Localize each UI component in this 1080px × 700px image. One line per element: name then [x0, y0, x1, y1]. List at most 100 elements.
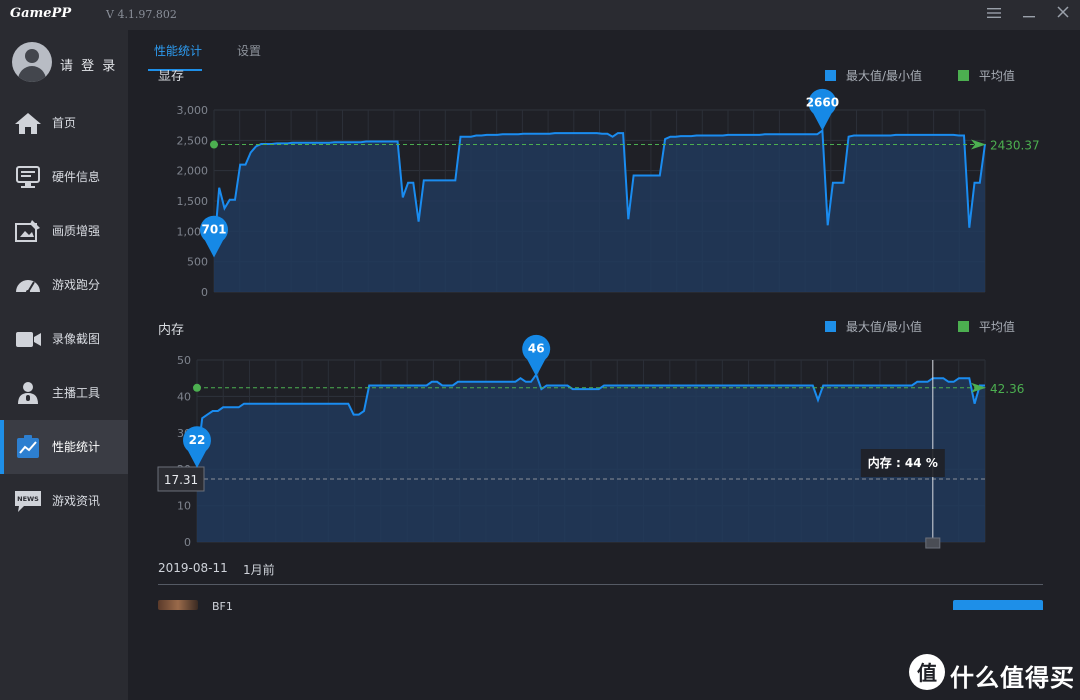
min-marker: 22 [182, 426, 211, 468]
legend-swatch-average [957, 70, 969, 81]
y-tick-label: 30 [177, 427, 191, 440]
legend-swatch-max-min [825, 70, 836, 81]
y-tick-label: 50 [177, 354, 191, 367]
login-label[interactable]: 请 登 录 [60, 55, 117, 74]
y-tick-label: 1,500 [177, 195, 209, 208]
app-logo: GamePP [10, 6, 72, 21]
title-bar: GamePP V 4.1.97.802 [0, 0, 1080, 30]
max-marker: 46 [522, 334, 551, 377]
hover-handle [925, 537, 941, 549]
home-icon [15, 113, 41, 134]
max-marker-label: 2660 [806, 96, 839, 110]
tooltip-box [860, 449, 945, 477]
y-tick-label: 2,000 [177, 165, 209, 178]
watermark-logo-text: 值 [917, 661, 937, 685]
close-icon[interactable] [1052, 5, 1074, 25]
avatar[interactable] [12, 42, 52, 82]
legend-average: 平均值 [978, 320, 1015, 334]
legend-average: 平均值 [978, 69, 1015, 83]
min-marker-label: 701 [201, 222, 226, 236]
min-marker-shape [200, 215, 229, 258]
y-tick-label: 500 [187, 256, 208, 269]
sidebar-item-label: 主播工具 [52, 386, 101, 400]
series-line [213, 128, 986, 250]
average-arrow [971, 139, 986, 150]
average-start-dot [193, 383, 201, 392]
ram-legend: 最大值/最小值 平均值 [825, 318, 1015, 335]
series-area [214, 130, 985, 292]
svg-text:NEWS: NEWS [17, 495, 39, 503]
news-icon: NEWS [15, 491, 41, 512]
watermark-text: 什么值得买 [950, 664, 1075, 692]
sidebar-item-hardware[interactable]: 硬件信息 [0, 150, 128, 204]
hardware-icon [16, 166, 40, 188]
session-ago: 1月前 [243, 563, 275, 577]
y-tick-label: 10 [177, 500, 191, 513]
minimize-icon[interactable] [1018, 5, 1040, 25]
reference-label: 17.31 [164, 473, 198, 487]
legend-swatch-average [957, 321, 969, 332]
reference-label-box [157, 466, 205, 492]
max-marker-shape [808, 88, 837, 131]
y-tick-label: 2,500 [177, 134, 209, 147]
series-line [196, 372, 985, 463]
y-tick-label: 1,000 [177, 225, 209, 238]
sidebar-item-label: 画质增强 [52, 224, 101, 238]
average-label: 42.36 [990, 382, 1024, 396]
legend-max-min: 最大值/最小值 [846, 69, 923, 83]
ram-chart: 0 10 20 30 40 50 42.36 17.31 内存 : 44 % 46 22 [157, 334, 1024, 549]
user-profile[interactable]: 请 登 录 [0, 30, 128, 94]
video-camera-icon [16, 332, 41, 347]
watermark-logo-icon: 值 [909, 654, 945, 690]
max-marker-shape [522, 334, 551, 377]
sidebar-item-recording[interactable]: 录像截图 [0, 312, 128, 366]
sidebar-item-home[interactable]: 首页 [0, 96, 128, 150]
legend-max-min: 最大值/最小值 [846, 320, 923, 334]
sidebar-item-label: 性能统计 [52, 440, 101, 454]
ram-chart-title: 内存 [158, 323, 185, 338]
sidebar-item-performance[interactable]: 性能统计 [0, 420, 128, 474]
min-marker: 701 [200, 215, 229, 258]
sidebar-item-news[interactable]: NEWS 游戏资讯 [0, 474, 128, 528]
streamer-icon [18, 382, 38, 404]
image-enhance-icon [15, 220, 40, 242]
tooltip-text: 内存 : 44 % [868, 455, 938, 470]
y-tick-label: 3,000 [177, 104, 209, 117]
game-thumbnail [158, 600, 198, 610]
session-date: 2019-08-11 [158, 561, 228, 575]
min-marker-label: 22 [189, 433, 206, 447]
details-button[interactable] [953, 600, 1043, 610]
menu-icon[interactable] [983, 5, 1005, 25]
divider [158, 584, 1043, 585]
game-name: BF1 [212, 600, 233, 610]
y-tick-label: 20 [177, 463, 191, 476]
sidebar-item-streamer[interactable]: 主播工具 [0, 366, 128, 420]
sidebar-item-label: 首页 [52, 116, 77, 130]
speedometer-icon [16, 280, 40, 294]
y-tick-label: 0 [201, 286, 208, 299]
sidebar: 请 登 录 首页 硬件信息 画质增强 游戏跑分 录像截图 主播工具 性能统计 N… [0, 30, 128, 700]
sidebar-item-image-enhance[interactable]: 画质增强 [0, 204, 128, 258]
chart-stats-icon [17, 435, 39, 458]
sidebar-item-label: 游戏资讯 [52, 494, 101, 508]
average-arrow [971, 382, 986, 393]
app-version: V 4.1.97.802 [106, 8, 177, 21]
sidebar-item-label: 游戏跑分 [52, 278, 101, 292]
series-area [197, 374, 985, 542]
average-label: 2430.37 [990, 139, 1040, 153]
app-window: GamePP V 4.1.97.802 请 登 录 首页 硬件信息 画质增强 游… [0, 0, 1080, 700]
max-marker-label: 46 [528, 342, 545, 356]
vram-chart: 0 500 1,000 1,500 2,000 2,500 3,000 2430.37 2660… [177, 88, 1040, 299]
sidebar-item-label: 硬件信息 [52, 170, 101, 184]
tab-performance[interactable]: 性能统计 [154, 42, 202, 59]
vram-legend: 最大值/最小值 平均值 [825, 69, 1015, 83]
sidebar-item-benchmark[interactable]: 游戏跑分 [0, 258, 128, 312]
average-start-dot [210, 140, 218, 149]
sidebar-item-label: 录像截图 [52, 332, 101, 346]
max-marker: 2660 [806, 88, 839, 131]
y-tick-label: 40 [177, 390, 191, 403]
tab-settings[interactable]: 设置 [237, 42, 261, 59]
vram-chart-title: 显存 [158, 70, 185, 84]
legend-swatch-max-min [825, 321, 836, 332]
min-marker-shape [182, 426, 211, 468]
